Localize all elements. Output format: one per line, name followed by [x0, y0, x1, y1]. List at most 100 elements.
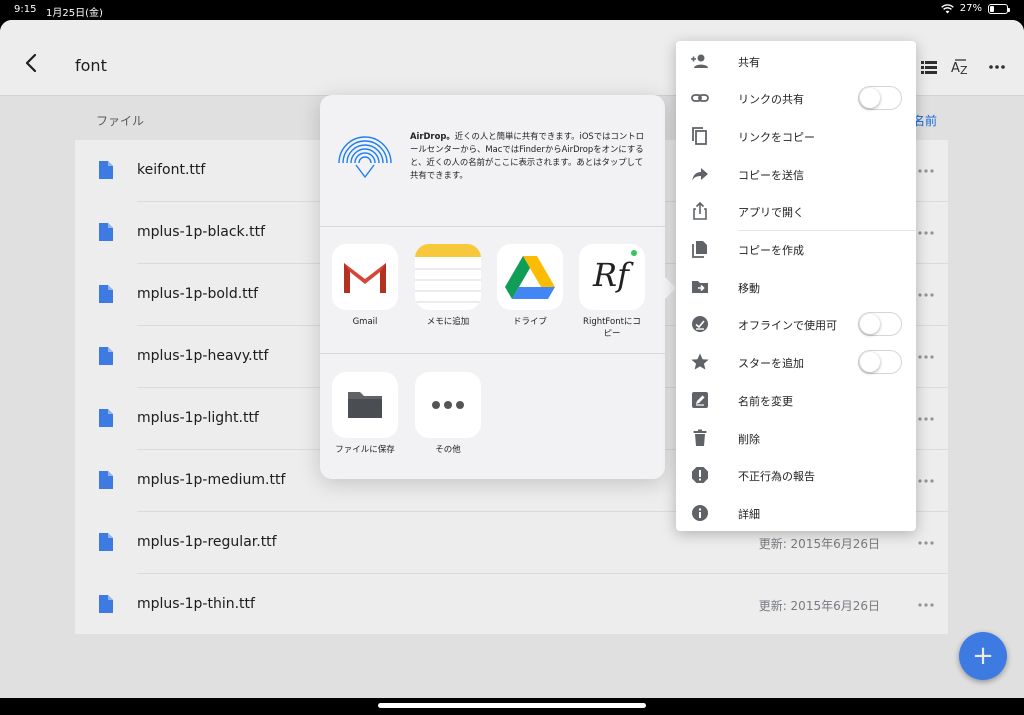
file-name: mplus-1p-bold.ttf	[137, 286, 259, 302]
battery-fill	[990, 5, 995, 12]
more-apps-label: その他	[435, 445, 461, 455]
file-name: mplus-1p-light.ttf	[137, 410, 259, 426]
more-horiz-icon[interactable]	[918, 596, 934, 610]
file-icon	[99, 409, 113, 427]
menu-item-label: コピーを作成	[738, 244, 804, 257]
svg-text:A: A	[951, 61, 960, 76]
menu-item-open-in[interactable]: アプリで開く	[676, 192, 916, 229]
file-name: mplus-1p-regular.ttf	[137, 534, 277, 550]
plus-icon: +	[972, 641, 994, 671]
menu-item-trash[interactable]: 削除	[676, 419, 916, 456]
menu-item-label: 共有	[738, 55, 760, 69]
menu-item-label: 名前を変更	[738, 394, 793, 408]
toggle-switch[interactable]	[858, 350, 902, 375]
drive-app-tile[interactable]	[497, 244, 563, 310]
share-sheet: AirDrop。近くの人と簡単に共有できます。iOSではコントロールセンターから…	[320, 95, 665, 479]
info-icon	[692, 504, 708, 521]
list-view-icon[interactable]	[918, 56, 940, 78]
toggle-switch[interactable]	[858, 86, 902, 111]
menu-item-label: 不正行為の報告	[738, 470, 815, 484]
trash-icon	[693, 429, 707, 446]
file-modified-date: 更新: 2015年6月26日	[758, 537, 880, 551]
link-icon	[691, 94, 709, 103]
more-apps-tile[interactable]	[415, 372, 481, 438]
menu-item-move-folder[interactable]: 移動	[676, 268, 916, 305]
airdrop-icon	[338, 136, 392, 181]
menu-item-star[interactable]: スターを追加	[676, 343, 916, 380]
more-horiz-icon[interactable]	[918, 224, 934, 238]
more-icon	[432, 401, 464, 409]
menu-item-add-person[interactable]: 共有	[676, 42, 916, 79]
gmail-label: Gmail	[352, 317, 378, 327]
menu-item-label: コピーを送信	[738, 168, 804, 182]
send-arrow-icon	[692, 167, 708, 181]
airdrop-section[interactable]: AirDrop。近くの人と簡単に共有できます。iOSではコントロールセンターから…	[320, 95, 665, 227]
menu-item-duplicate[interactable]: コピーを作成	[676, 230, 916, 267]
file-icon	[99, 285, 113, 303]
battery-icon	[988, 3, 1010, 14]
toggle-switch[interactable]	[858, 312, 902, 337]
menu-separator	[738, 230, 916, 231]
file-icon	[99, 533, 113, 551]
battery-percent: 27%	[959, 3, 982, 14]
more-horiz-icon[interactable]	[918, 348, 934, 362]
file-row[interactable]: mplus-1p-thin.ttf 更新: 2015年6月26日	[75, 574, 948, 636]
menu-item-label: リンクをコピー	[738, 130, 815, 144]
status-time: 9:15	[14, 4, 37, 15]
gmail-icon	[344, 263, 386, 293]
report-icon	[692, 467, 708, 484]
airdrop-title: AirDrop。	[410, 131, 455, 141]
status-right: 27%	[940, 3, 1010, 14]
sort-az-icon[interactable]: AZ	[950, 56, 972, 78]
more-horiz-icon[interactable]	[918, 410, 934, 424]
star-icon	[691, 353, 709, 370]
sort-name-label[interactable]: 名前	[913, 112, 937, 129]
add-person-icon	[691, 54, 708, 68]
menu-item-label: 削除	[738, 432, 760, 446]
menu-item-label: スターを追加	[738, 357, 804, 371]
save-to-files-label: ファイルに保存	[335, 445, 395, 455]
add-fab-button[interactable]: +	[959, 632, 1007, 680]
more-horiz-icon[interactable]	[918, 286, 934, 300]
menu-item-label: 詳細	[738, 507, 760, 521]
rightfont-app-tile[interactable]: Rf	[579, 244, 645, 310]
menu-item-send-arrow[interactable]: コピーを送信	[676, 155, 916, 192]
svg-text:Z: Z	[960, 64, 968, 76]
more-horiz-icon[interactable]	[918, 162, 934, 176]
app-screen: font AZ ファイル 名前 keifont.ttf mplus-1p-blac…	[0, 20, 1024, 698]
file-icon	[99, 347, 113, 365]
menu-item-offline[interactable]: オフラインで使用可	[676, 305, 916, 342]
drive-icon	[505, 256, 555, 299]
move-folder-icon	[692, 280, 708, 293]
gmail-app-tile[interactable]	[332, 244, 398, 310]
file-name: mplus-1p-medium.ttf	[137, 472, 286, 488]
file-icon	[99, 161, 113, 179]
toggle-knob	[860, 352, 880, 373]
rightfont-icon-text: Rf	[593, 256, 629, 294]
file-name: keifont.ttf	[137, 162, 206, 178]
open-in-icon	[693, 202, 707, 221]
save-to-files-tile[interactable]	[332, 372, 398, 438]
back-arrow-icon[interactable]	[20, 52, 42, 74]
file-icon	[99, 471, 113, 489]
device-frame: 9:15 1月25日(金) 27% font AZ ファイル 名前 keifon…	[0, 0, 1024, 715]
drive-label: ドライブ	[512, 317, 547, 327]
menu-item-copy[interactable]: リンクをコピー	[676, 117, 916, 154]
more-horiz-icon[interactable]	[918, 472, 934, 486]
menu-item-label: 移動	[738, 281, 760, 295]
rename-icon	[692, 391, 708, 408]
more-horiz-icon[interactable]	[918, 534, 934, 548]
file-context-menu: 共有リンクの共有リンクをコピー コピーを送信アプリで開くコピーを作成 移動オフライン…	[676, 41, 916, 531]
notes-app-tile[interactable]	[415, 244, 481, 310]
wifi-icon	[940, 3, 954, 13]
menu-item-info[interactable]: 詳細	[676, 494, 916, 531]
menu-item-link[interactable]: リンクの共有	[676, 79, 916, 116]
home-indicator[interactable]	[378, 703, 646, 708]
notes-icon	[415, 244, 481, 303]
menu-item-report[interactable]: 不正行為の報告	[676, 456, 916, 493]
duplicate-icon	[692, 241, 707, 258]
more-options-icon[interactable]	[986, 56, 1008, 78]
toggle-knob	[860, 314, 880, 335]
menu-item-rename[interactable]: 名前を変更	[676, 381, 916, 418]
file-icon	[99, 223, 113, 241]
